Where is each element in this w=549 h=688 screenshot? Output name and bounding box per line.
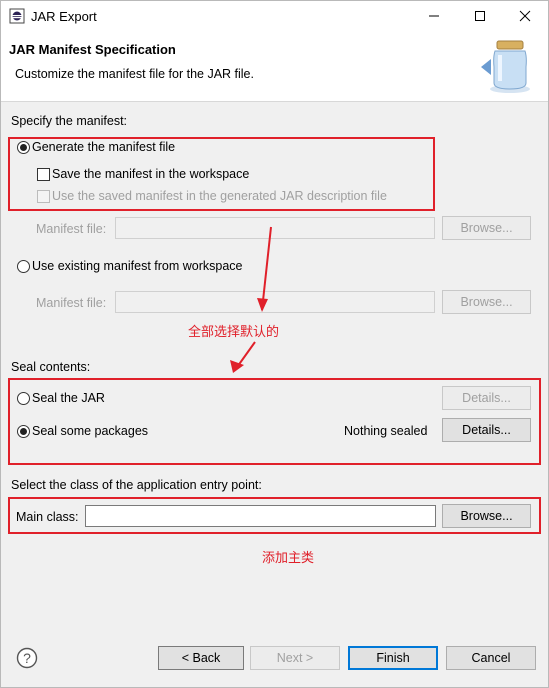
main-class-browse-button[interactable]: Browse... bbox=[442, 504, 531, 528]
seal-status-text: Nothing sealed bbox=[344, 424, 428, 438]
seal-some-details-button[interactable]: Details... bbox=[442, 418, 531, 442]
manifest2-browse-button[interactable]: Browse... bbox=[442, 290, 531, 314]
next-button[interactable]: Next > bbox=[250, 646, 340, 670]
back-button[interactable]: < Back bbox=[158, 646, 244, 670]
manifest-file-label: Manifest file: bbox=[36, 222, 107, 236]
page-title: JAR Manifest Specification bbox=[9, 42, 176, 57]
finish-button[interactable]: Finish bbox=[348, 646, 438, 670]
entry-section-label: Select the class of the application entr… bbox=[11, 478, 262, 492]
manifest-file2-label: Manifest file: bbox=[36, 296, 107, 310]
close-icon bbox=[519, 10, 531, 22]
manifest-file-field[interactable] bbox=[115, 217, 435, 239]
title-bar: JAR Export bbox=[1, 1, 548, 31]
svg-text:?: ? bbox=[23, 650, 31, 666]
save-manifest-label[interactable]: Save the manifest in the workspace bbox=[52, 167, 249, 181]
generate-manifest-label[interactable]: Generate the manifest file bbox=[32, 140, 175, 154]
maximize-button[interactable] bbox=[457, 1, 503, 31]
annotation-select-defaults: 全部选择默认的 bbox=[188, 324, 280, 339]
main-class-input[interactable] bbox=[85, 505, 436, 527]
eclipse-app-icon bbox=[9, 8, 25, 24]
page-description: Customize the manifest file for the JAR … bbox=[15, 67, 254, 81]
seal-section-label: Seal contents: bbox=[11, 360, 91, 374]
jar-banner-icon bbox=[477, 37, 537, 95]
wizard-header: JAR Manifest Specification Customize the… bbox=[1, 31, 548, 102]
manifest-section-label: Specify the manifest: bbox=[11, 114, 128, 128]
seal-some-radio[interactable] bbox=[17, 425, 30, 438]
use-existing-manifest-radio[interactable] bbox=[17, 260, 30, 273]
seal-jar-label[interactable]: Seal the JAR bbox=[32, 391, 105, 405]
save-manifest-checkbox[interactable] bbox=[37, 168, 50, 181]
seal-some-label[interactable]: Seal some packages bbox=[32, 424, 148, 438]
use-saved-manifest-checkbox[interactable] bbox=[37, 190, 50, 203]
seal-jar-details-button[interactable]: Details... bbox=[442, 386, 531, 410]
main-class-label: Main class: bbox=[16, 510, 79, 524]
help-icon[interactable]: ? bbox=[16, 647, 38, 669]
cancel-button[interactable]: Cancel bbox=[446, 646, 536, 670]
use-existing-manifest-label[interactable]: Use existing manifest from workspace bbox=[32, 259, 243, 273]
minimize-button[interactable] bbox=[411, 1, 457, 31]
maximize-icon bbox=[475, 11, 485, 21]
use-saved-manifest-label: Use the saved manifest in the generated … bbox=[52, 189, 387, 203]
close-button[interactable] bbox=[502, 1, 548, 31]
manifest-browse-button[interactable]: Browse... bbox=[442, 216, 531, 240]
seal-jar-radio[interactable] bbox=[17, 392, 30, 405]
annotation-add-main-class: 添加主类 bbox=[262, 550, 315, 565]
manifest-file2-field[interactable] bbox=[115, 291, 435, 313]
minimize-icon bbox=[429, 15, 439, 17]
window-title: JAR Export bbox=[31, 9, 97, 24]
generate-manifest-radio[interactable] bbox=[17, 141, 30, 154]
